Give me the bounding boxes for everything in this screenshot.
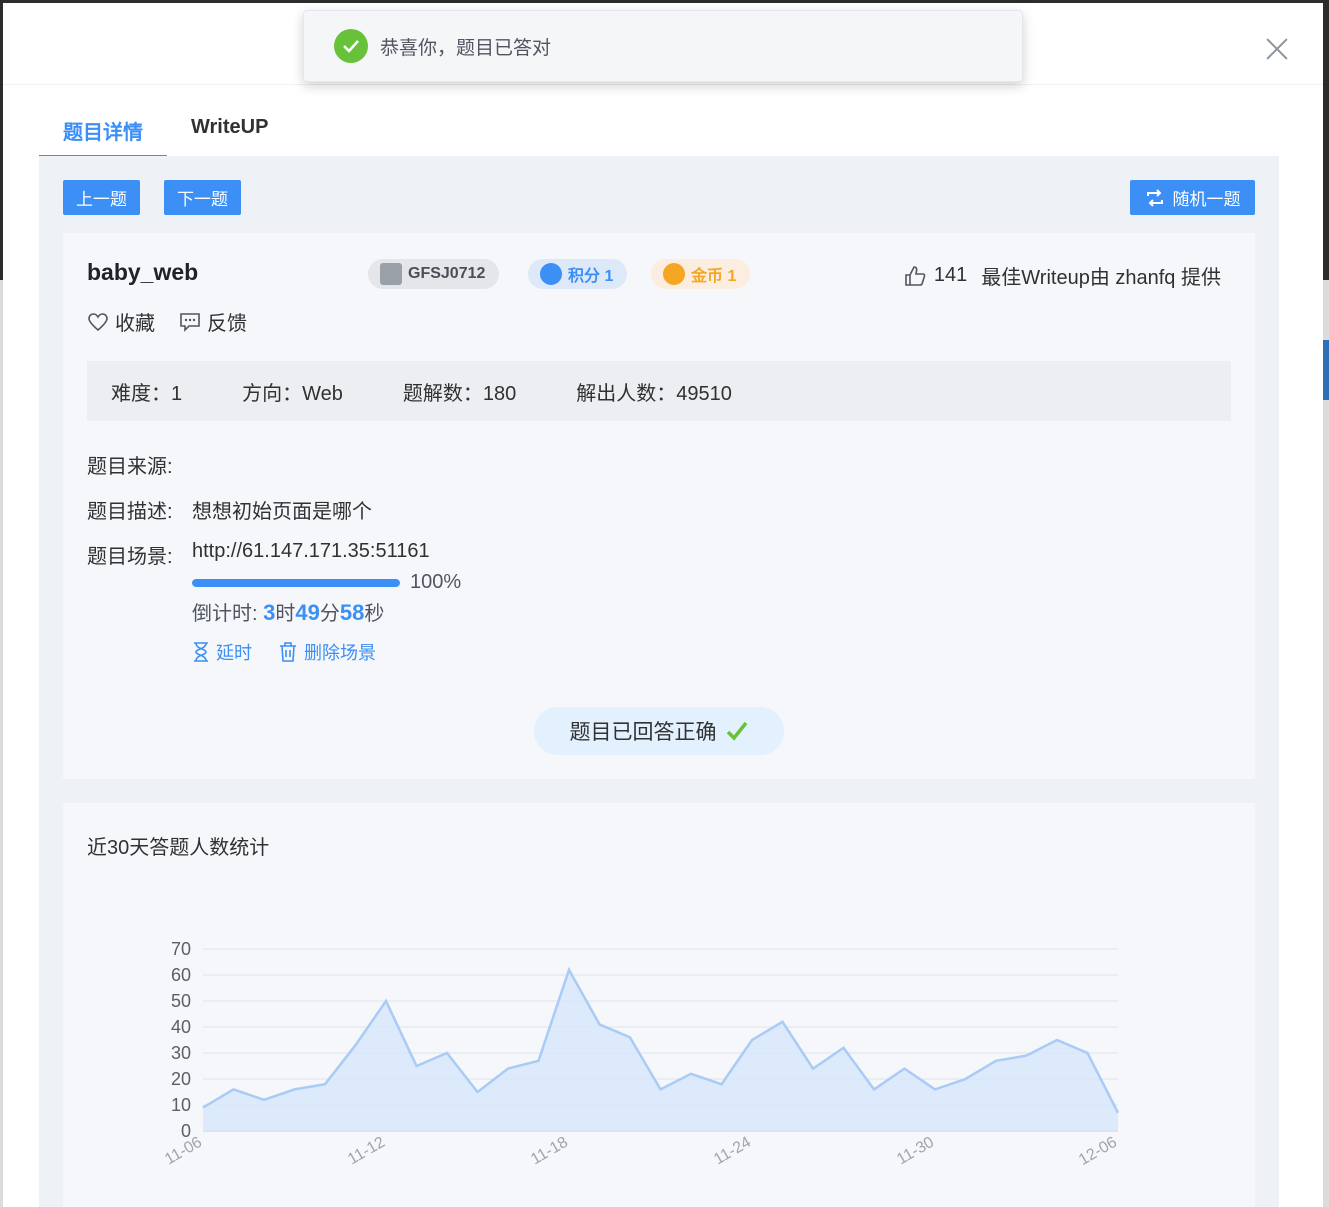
feedback-label: 反馈 (207, 313, 247, 335)
y-tick-label: 20 (171, 1069, 191, 1089)
extend-label: 延时 (216, 643, 252, 663)
countdown-hours: 3 (263, 600, 276, 625)
heart-icon (88, 312, 108, 331)
delete-scene-label: 删除场景 (304, 643, 376, 663)
id-icon (380, 263, 402, 285)
progress-track (192, 578, 400, 587)
series-area (203, 969, 1118, 1131)
tab-writeup[interactable]: WriteUP (167, 103, 292, 158)
description-label: 题目描述: (87, 501, 173, 523)
likes-count: 141 (933, 264, 968, 286)
success-check-icon (334, 29, 368, 63)
difficulty-stat: 难度：1 (111, 382, 183, 405)
random-button[interactable]: 随机一题 (1130, 180, 1255, 215)
likes-area: 141 最佳Writeup由 zhanfq 提供 (904, 261, 1221, 290)
countdown-seconds: 58 (339, 600, 365, 625)
scene-progress: 100% (192, 571, 461, 594)
coins-badge-text: 金币 1 (691, 268, 737, 285)
scene-url[interactable]: http://61.147.171.35:51161 (192, 540, 430, 569)
tab-content: 上一题 下一题 随机一题 baby_web GFSJ0712 积分 1 金币 1 (39, 156, 1279, 1207)
x-tick-label: 11-30 (894, 1134, 937, 1169)
y-tick-label: 60 (171, 965, 191, 985)
id-badge-text: GFSJ0712 (408, 265, 486, 282)
solves-chart: 01020304050607011-06 11-12 11-18 11-24 11-30… (162, 939, 1120, 1169)
scene-actions: 延时 删除场景 (192, 639, 402, 665)
source-label: 题目来源: (87, 456, 173, 478)
thumbs-up-icon[interactable] (904, 265, 926, 287)
solvers-stat: 解出人数：49510 (576, 382, 732, 405)
seconds-unit: 秒 (364, 603, 385, 625)
trash-icon (280, 642, 296, 662)
progress-text: 100% (410, 571, 462, 593)
tab-bar: 题目详情 WriteUP (39, 103, 292, 158)
direction-stat: 方向：Web (242, 382, 343, 405)
description-row: 题目描述: 想想初始页面是哪个 (87, 495, 372, 524)
success-toast: 恭喜你，题目已答对 (303, 10, 1023, 82)
countdown-minutes: 49 (295, 600, 320, 625)
star-icon (540, 263, 562, 285)
solves-stat: 题解数：180 (402, 382, 517, 405)
random-button-label: 随机一题 (1172, 190, 1241, 209)
tab-details[interactable]: 题目详情 (39, 103, 167, 158)
shuffle-icon (1146, 188, 1163, 207)
answered-badge: 题目已回答正确 (534, 707, 784, 755)
message-icon (180, 312, 200, 332)
background-fragment (1323, 340, 1329, 400)
scene-label: 题目场景: (87, 546, 173, 568)
x-tick-label: 11-24 (711, 1134, 754, 1169)
y-tick-label: 70 (171, 939, 191, 959)
id-badge: GFSJ0712 (368, 259, 500, 289)
feedback-button[interactable]: 反馈 (179, 307, 247, 336)
description-value: 想想初始页面是哪个 (192, 501, 372, 523)
toast-message: 恭喜你，题目已答对 (380, 37, 552, 59)
chart-card: 近30天答题人数统计 0 10 20 30 40 50 60 70 11-06 11-12 11-1… (63, 803, 1255, 1207)
delete-scene-button[interactable]: 删除场景 (278, 639, 376, 665)
countdown-label: 倒计时: (192, 603, 264, 625)
minutes-unit: 分 (319, 603, 340, 625)
x-tick-label: 11-12 (345, 1134, 388, 1169)
prev-button[interactable]: 上一题 (63, 180, 140, 215)
x-tick-label: 12-06 (1076, 1134, 1120, 1169)
coin-icon (663, 263, 685, 285)
scene-row: 题目场景: http://61.147.171.35:51161 (87, 540, 430, 569)
coins-badge: 金币 1 (651, 259, 751, 289)
points-badge: 积分 1 (528, 259, 628, 289)
challenge-card: baby_web GFSJ0712 积分 1 金币 1 141 最佳Writeu… (63, 233, 1255, 779)
y-tick-label: 50 (171, 991, 191, 1011)
answered-text: 题目已回答正确 (569, 721, 717, 744)
challenge-actions: 收藏 反馈 (87, 307, 271, 336)
stats-bar: 难度：1 方向：Web 题解数：180 解出人数：49510 (87, 361, 1231, 421)
challenge-title: baby_web (87, 259, 199, 285)
extend-button[interactable]: 延时 (192, 639, 252, 665)
check-icon (726, 721, 747, 741)
hours-unit: 时 (275, 603, 296, 625)
progress-fill (192, 578, 400, 587)
next-button[interactable]: 下一题 (164, 180, 241, 215)
countdown: 倒计时: 3时49分58秒 (192, 597, 384, 626)
x-tick-label: 11-18 (528, 1134, 571, 1169)
points-badge-text: 积分 1 (568, 268, 614, 285)
close-icon[interactable] (1265, 37, 1289, 61)
y-tick-label: 10 (171, 1095, 191, 1115)
best-writeup-text[interactable]: 最佳Writeup由 zhanfq 提供 (981, 261, 1221, 290)
y-tick-label: 40 (171, 1017, 191, 1037)
favorite-button[interactable]: 收藏 (87, 307, 155, 336)
favorite-label: 收藏 (115, 313, 155, 335)
source-row: 题目来源: (87, 450, 192, 479)
challenge-modal: 题目详情 WriteUP 上一题 下一题 随机一题 baby_web GFSJ0… (3, 3, 1323, 1207)
hourglass-icon (194, 642, 208, 662)
y-tick-label: 30 (171, 1043, 191, 1063)
